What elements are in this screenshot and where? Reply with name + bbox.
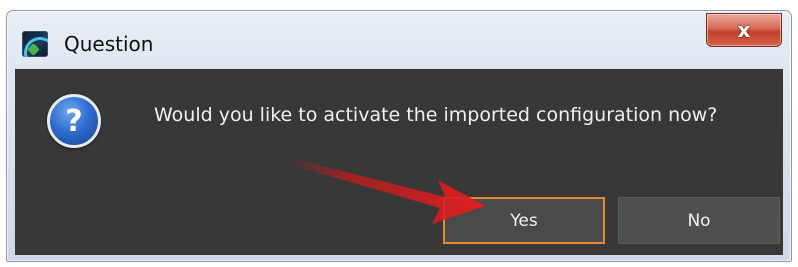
- yes-button[interactable]: Yes: [443, 197, 605, 244]
- title-bar[interactable]: Question x: [7, 11, 791, 69]
- close-icon: x: [737, 18, 751, 42]
- no-button[interactable]: No: [618, 197, 780, 244]
- question-dialog-window: Question x ? Would you like to activate …: [6, 10, 792, 262]
- window-title: Question: [64, 32, 154, 56]
- dialog-message: Would you like to activate the imported …: [154, 104, 718, 126]
- close-button[interactable]: x: [706, 13, 782, 47]
- question-mark-icon: ?: [47, 94, 101, 148]
- dialog-content: ? Would you like to activate the importe…: [15, 69, 783, 255]
- app-logo-icon: [22, 31, 48, 57]
